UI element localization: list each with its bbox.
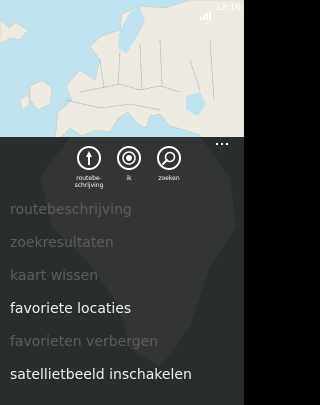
- map-view[interactable]: [0, 0, 244, 150]
- menu-item-hide-favorites: favorieten verbergen: [10, 334, 159, 350]
- menu-item-satellite-view[interactable]: satellietbeeld inschakelen: [0, 359, 244, 392]
- ellipsis-icon: [216, 143, 218, 145]
- search-label: zoeken: [158, 175, 180, 182]
- search-icon: [162, 151, 176, 165]
- menu-item-directions: routebeschrijving: [10, 202, 132, 218]
- me-location-icon: [122, 151, 136, 165]
- search-button[interactable]: zoeken: [144, 146, 194, 182]
- app-bar-menu: routebeschrijving zoekresultaten kaart w…: [0, 194, 244, 392]
- more-button[interactable]: [216, 139, 236, 149]
- menu-item-search-results: zoekresultaten: [10, 235, 114, 251]
- signal-icon: [200, 5, 214, 20]
- app-bar-panel: routebe- schrijving ik zoeken routebesch…: [0, 137, 244, 405]
- clock: 12:16: [215, 3, 241, 13]
- menu-item-clear-map: kaart wissen: [10, 268, 99, 284]
- directions-icon: [86, 151, 92, 165]
- menu-item-favorite-locations[interactable]: favoriete locaties: [0, 293, 244, 326]
- status-bar: 12:16: [0, 0, 244, 20]
